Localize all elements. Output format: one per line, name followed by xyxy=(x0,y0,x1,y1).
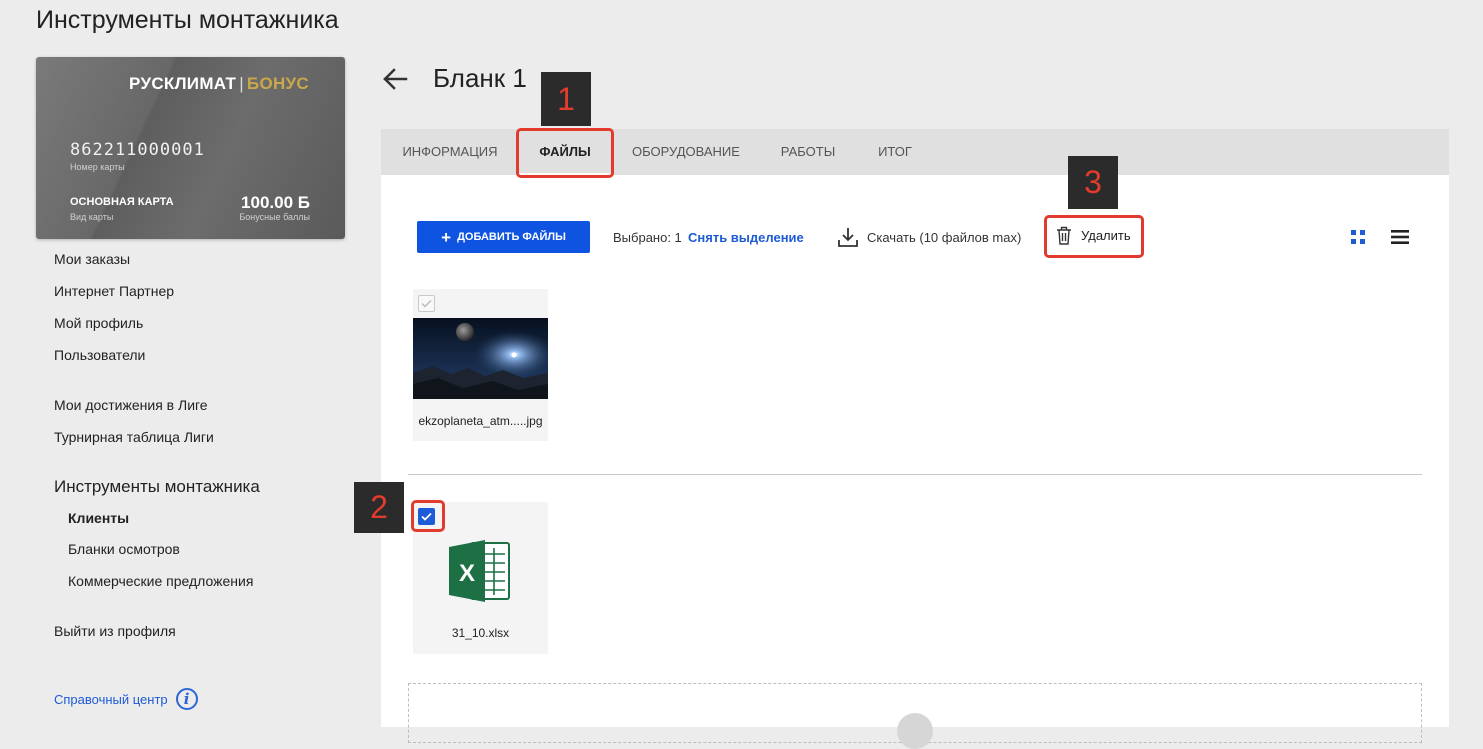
menu-item-achievements[interactable]: Мои достижения в Лиге xyxy=(54,397,208,413)
tab-equipment[interactable]: Оборудование xyxy=(623,129,749,175)
selected-count: Выбрано: 1 xyxy=(613,230,682,245)
menu-item-profile[interactable]: Мой профиль xyxy=(54,315,143,331)
annotation-marker-2: 2 xyxy=(354,482,404,533)
tab-info[interactable]: Информация xyxy=(395,129,505,175)
card-number: 862211000001 xyxy=(70,140,205,160)
upload-icon xyxy=(897,713,933,749)
download-icon xyxy=(838,228,858,247)
form-title: Бланк 1 xyxy=(433,63,527,93)
file-name: 31_10.xlsx xyxy=(451,626,510,640)
loyalty-card: РУСКЛИМАТ | БОНУС 862211000001 Номер карты… xyxy=(36,57,345,239)
page-title: Инструменты монтажника xyxy=(36,6,339,34)
annotation-marker-1: 1 xyxy=(541,72,591,126)
highlight-checkbox xyxy=(411,500,445,532)
tab-works[interactable]: Работы xyxy=(769,129,847,175)
excel-letter: X xyxy=(459,560,475,587)
help-center[interactable]: Справочный центр i xyxy=(54,688,198,710)
info-icon[interactable]: i xyxy=(175,688,198,710)
file-name: ekzoplaneta_atm.....jpg xyxy=(418,414,543,428)
add-files-label: Добавить файлы xyxy=(457,231,566,243)
grid-view-icon[interactable] xyxy=(1350,229,1366,245)
file-checkbox[interactable] xyxy=(418,295,435,312)
menu-item-users[interactable]: Пользователи xyxy=(54,347,145,363)
menu-item-logout[interactable]: Выйти из профиля xyxy=(54,623,176,639)
tab-total[interactable]: Итог xyxy=(867,129,923,175)
add-files-button[interactable]: + Добавить файлы xyxy=(417,221,590,253)
card-type: ОСНОВНАЯ КАРТА xyxy=(70,196,174,208)
file-tile-image[interactable]: ekzoplaneta_atm.....jpg xyxy=(413,289,548,441)
card-type-label: Вид карты xyxy=(70,212,114,222)
submenu-item-proposals[interactable]: Коммерческие предложения xyxy=(68,573,253,589)
menu-item-partner[interactable]: Интернет Партнер xyxy=(54,283,174,299)
back-arrow-icon[interactable] xyxy=(380,64,410,94)
check-icon xyxy=(421,299,432,308)
submenu-item-inspection-forms[interactable]: Бланки осмотров xyxy=(68,541,180,557)
highlight-delete-button xyxy=(1044,215,1144,258)
divider xyxy=(408,474,1422,475)
download-label: Скачать (10 файлов max) xyxy=(867,229,1022,245)
card-number-label: Номер карты xyxy=(70,162,125,172)
clear-selection-link[interactable]: Снять выделение xyxy=(688,230,804,245)
plus-icon: + xyxy=(441,227,452,247)
highlight-files-tab xyxy=(516,128,614,178)
annotation-marker-3: 3 xyxy=(1068,156,1118,209)
card-points-label: Бонусные баллы xyxy=(239,212,310,222)
planet-image-thumbnail xyxy=(413,318,548,399)
excel-file-icon: X xyxy=(449,540,510,602)
menu-section-title: Инструменты монтажника xyxy=(54,477,260,496)
menu-item-league-table[interactable]: Турнирная таблица Лиги xyxy=(54,429,214,445)
download-button[interactable]: Скачать (10 файлов max) xyxy=(837,226,1021,248)
card-points: 100.00 Б xyxy=(241,193,310,212)
card-brand: РУСКЛИМАТ | БОНУС xyxy=(129,74,309,93)
submenu-item-clients[interactable]: Клиенты xyxy=(68,510,129,526)
menu-item-orders[interactable]: Мои заказы xyxy=(54,251,130,267)
list-view-icon[interactable] xyxy=(1391,229,1409,245)
help-center-link[interactable]: Справочный центр xyxy=(54,692,168,707)
